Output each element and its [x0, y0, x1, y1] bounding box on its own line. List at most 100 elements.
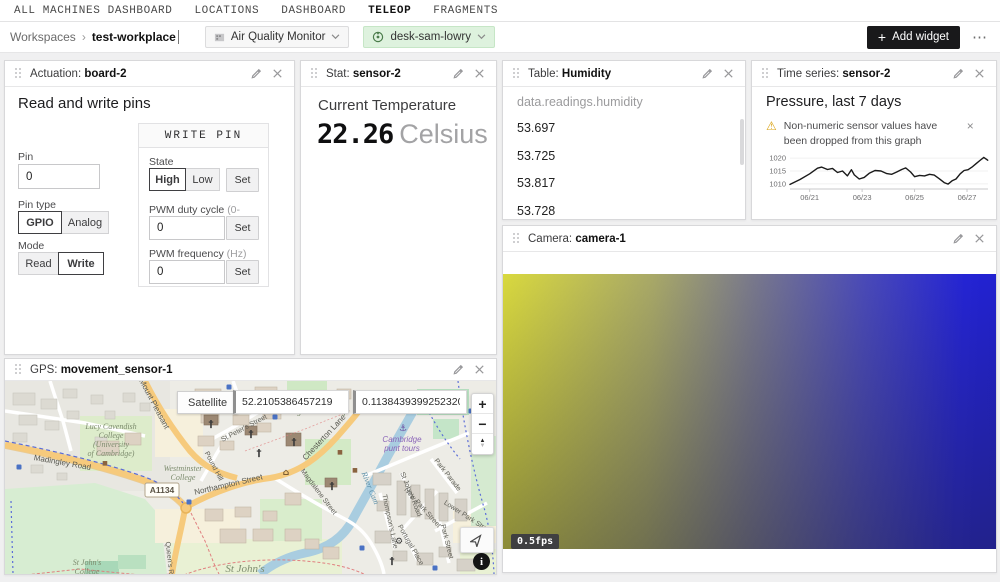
segment-option-analog[interactable]: Analog	[61, 211, 109, 234]
pwm-freq-input[interactable]	[149, 260, 225, 284]
widget-gps: GPS: movement_sensor-1	[4, 358, 497, 575]
machine-select[interactable]: desk-sam-lowry	[363, 26, 495, 48]
edit-pencil-icon[interactable]	[701, 67, 714, 80]
drag-handle-icon[interactable]	[513, 68, 520, 79]
warning-dismiss-icon[interactable]: ×	[967, 119, 974, 149]
widget-name: sensor-2	[353, 68, 401, 80]
drag-handle-icon[interactable]	[762, 68, 769, 79]
map-label: (University	[93, 440, 129, 449]
pwm-freq-label: PWM frequency (Hz)	[149, 248, 246, 260]
breadcrumb-current-workspace[interactable]: test-workplace	[92, 30, 179, 44]
drag-handle-icon[interactable]	[15, 68, 22, 79]
widget-name: camera-1	[575, 233, 626, 245]
widget-name: board-2	[84, 68, 126, 80]
map-label: Westminster	[164, 464, 204, 473]
stat-title: Current Temperature	[318, 97, 456, 114]
church-icon: †	[209, 419, 214, 430]
map-attribution-info-icon[interactable]: i	[473, 553, 490, 570]
widget-header: Table: Humidity	[503, 61, 745, 87]
breadcrumb-workspaces[interactable]: Workspaces	[10, 30, 76, 44]
longitude-input[interactable]	[353, 390, 467, 414]
widget-timeseries: Time series: sensor-2 Pressure, last 7 d…	[751, 60, 997, 220]
road-badge: A1134	[145, 483, 179, 497]
edit-pencil-icon[interactable]	[452, 363, 465, 376]
chevron-down-icon	[331, 34, 340, 40]
widget-name: sensor-2	[842, 68, 890, 80]
book-icon: ■	[102, 460, 108, 467]
edit-pencil-icon[interactable]	[952, 67, 965, 80]
segment-option-high[interactable]: High	[149, 168, 186, 191]
write-pin-title: WRITE PIN	[139, 124, 268, 148]
table-row: 53.728	[517, 204, 555, 221]
svg-text:06/27: 06/27	[958, 193, 977, 202]
segment-option-read[interactable]: Read	[18, 252, 59, 275]
close-icon[interactable]	[973, 67, 986, 80]
table-rows: 53.69753.72553.81753.728	[517, 121, 555, 220]
table-scrollbar[interactable]	[740, 119, 744, 165]
svg-text:06/23: 06/23	[853, 193, 872, 202]
anchor-icon: ⚓	[399, 424, 407, 434]
map-label: St John's	[225, 563, 264, 574]
chart-title: Pressure, last 7 days	[766, 94, 901, 110]
nav-item-all-machines-dashboard[interactable]: ALL MACHINES DASHBOARD	[14, 5, 172, 17]
parking-icon	[227, 385, 232, 390]
pin-input[interactable]	[18, 164, 100, 189]
drag-handle-icon[interactable]	[513, 233, 520, 244]
svg-text:06/25: 06/25	[905, 193, 924, 202]
map-label: St John's	[73, 558, 102, 567]
svg-text:A1134: A1134	[150, 485, 175, 495]
table-column-header: data.readings.humidity	[517, 95, 643, 109]
map-label: College	[75, 567, 100, 574]
edit-pencil-icon[interactable]	[250, 67, 263, 80]
museum-icon: ⌂	[283, 468, 290, 478]
close-icon[interactable]	[973, 232, 986, 245]
workspace-select-value: Air Quality Monitor	[231, 31, 326, 43]
widget-type-label: Camera:	[528, 233, 572, 245]
compass-button[interactable]: ▲▼	[472, 434, 493, 454]
add-widget-button[interactable]: + Add widget	[867, 26, 960, 49]
edit-pencil-icon[interactable]	[452, 67, 465, 80]
widget-header: GPS: movement_sensor-1	[5, 359, 496, 381]
pwm-duty-set-button[interactable]: Set	[226, 216, 259, 240]
state-set-button[interactable]: Set	[226, 168, 259, 192]
camera-feed-image: 0.5fps	[503, 274, 996, 549]
widget-header: Actuation: board-2	[5, 61, 294, 87]
latitude-input[interactable]	[233, 390, 349, 414]
workspace-select[interactable]: Air Quality Monitor	[205, 26, 350, 48]
edit-pencil-icon[interactable]	[952, 232, 965, 245]
widget-type-label: Table:	[528, 68, 559, 80]
widget-type-label: Stat:	[326, 68, 350, 80]
table-row: 53.697	[517, 121, 555, 149]
recenter-button[interactable]	[460, 527, 494, 553]
nav-item-fragments[interactable]: FRAGMENTS	[433, 5, 498, 17]
write-pin-panel: WRITE PIN State HighLow Set PWM duty cyc…	[138, 123, 269, 287]
svg-text:1020: 1020	[769, 154, 786, 163]
pwm-duty-input[interactable]	[149, 216, 225, 240]
segment-option-low[interactable]: Low	[185, 168, 220, 191]
close-icon[interactable]	[271, 67, 284, 80]
nav-item-locations[interactable]: LOCATIONS	[194, 5, 259, 17]
parking-icon	[360, 546, 365, 551]
zoom-in-button[interactable]: +	[472, 394, 493, 414]
nav-item-teleop[interactable]: TELEOP	[368, 5, 411, 17]
map-canvas[interactable]: ††††††⌂■■■⚙⚓ Lucy CavendishCollege(Unive…	[5, 381, 496, 574]
drag-handle-icon[interactable]	[15, 364, 22, 375]
close-icon[interactable]	[473, 363, 486, 376]
close-icon[interactable]	[722, 67, 735, 80]
overflow-menu-icon[interactable]: ⋯	[972, 28, 988, 46]
satellite-toggle-button[interactable]: Satellite	[177, 391, 238, 414]
map-label: College	[171, 473, 196, 482]
zoom-out-button[interactable]: −	[472, 414, 493, 434]
map-label: Cambridge	[382, 435, 422, 444]
close-icon[interactable]	[473, 67, 486, 80]
church-icon: †	[330, 481, 335, 492]
church-icon: †	[249, 429, 254, 440]
pin-type-label: Pin type	[18, 199, 56, 211]
machine-select-value: desk-sam-lowry	[390, 31, 471, 43]
segment-option-gpio[interactable]: GPIO	[18, 211, 62, 234]
nav-item-dashboard[interactable]: DASHBOARD	[281, 5, 346, 17]
drag-handle-icon[interactable]	[311, 68, 318, 79]
pwm-freq-set-button[interactable]: Set	[226, 260, 259, 284]
segment-option-write[interactable]: Write	[58, 252, 104, 275]
mode-segmented: ReadWrite	[18, 252, 104, 275]
